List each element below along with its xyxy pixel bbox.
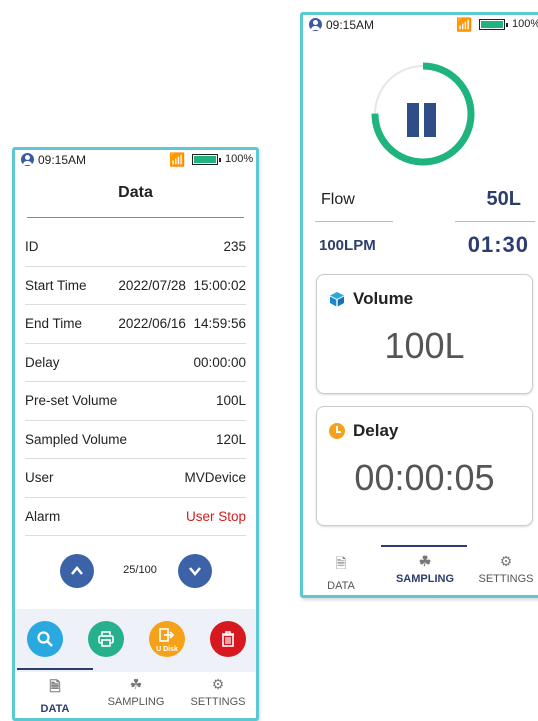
row-value: 100L	[215, 393, 246, 409]
tab-bar: 🗎 DATA ☘ SAMPLING ⚙ SETTINGS	[15, 668, 256, 718]
udisk-label: U Disk	[156, 646, 178, 653]
row-sampled-volume: Sampled Volume 120L	[25, 421, 246, 459]
printer-icon	[98, 631, 114, 647]
status-time: 09:15AM	[326, 18, 375, 32]
divider	[455, 221, 535, 222]
wifi-icon: 📶	[456, 17, 473, 32]
divider	[27, 217, 244, 218]
flow-rate: 100LPM	[319, 237, 376, 254]
page-count: 25/100	[123, 564, 157, 576]
row-label: Start Time	[25, 277, 87, 293]
row-label: Sampled Volume	[25, 431, 128, 447]
row-value: 235	[223, 239, 246, 255]
tab-label: SETTINGS	[190, 696, 246, 708]
sampling-icon: ☘	[418, 553, 432, 569]
delay-value: 00:00:05	[354, 457, 495, 498]
tab-sampling[interactable]: ☘ SAMPLING	[387, 553, 463, 585]
tab-bar: 🗎 DATA ☘ SAMPLING ⚙ SETTINGS	[303, 545, 538, 595]
tab-settings[interactable]: ⚙ SETTINGS	[183, 676, 253, 708]
tab-label: DATA	[327, 580, 355, 592]
gear-icon: ⚙	[211, 676, 225, 692]
delete-button[interactable]	[210, 621, 246, 657]
tab-label: SETTINGS	[478, 573, 534, 585]
row-value: 00:00:00	[193, 354, 246, 370]
row-label: ID	[25, 239, 39, 255]
sampling-icon: ☘	[129, 676, 143, 692]
battery-icon	[479, 19, 508, 30]
clock-icon	[329, 423, 345, 439]
battery-icon	[192, 154, 221, 165]
delay-card: Delay 00:00:05	[316, 406, 533, 526]
sampling-progress-ring	[371, 62, 475, 166]
user-icon	[309, 18, 322, 31]
user-icon	[21, 153, 34, 166]
row-value: MVDevice	[184, 470, 246, 486]
data-rows: ID 235 Start Time 2022/07/28 15:00:02 En…	[25, 228, 246, 536]
data-screen: 09:15AM 📶 100% Data ID 235 Start Time 20…	[12, 147, 259, 721]
row-label: Delay	[25, 354, 60, 370]
tab-label: SAMPLING	[107, 696, 165, 708]
page-title: Data	[118, 184, 153, 201]
tab-data[interactable]: 🗎 DATA	[25, 676, 85, 715]
tab-data[interactable]: 🗎 DATA	[311, 553, 371, 592]
row-value: 2022/06/16 14:59:56	[118, 316, 246, 332]
divider	[315, 221, 393, 222]
trash-icon	[222, 631, 234, 647]
chevron-down-icon	[189, 567, 201, 576]
print-button[interactable]	[88, 621, 124, 657]
active-tab-indicator	[381, 545, 467, 547]
pause-icon[interactable]	[407, 103, 419, 137]
delay-header: Delay	[329, 421, 398, 441]
flow-label: Flow	[321, 191, 355, 208]
tab-label: DATA	[40, 703, 70, 715]
battery-percent: 100%	[512, 18, 538, 30]
volume-value: 100L	[384, 325, 465, 366]
delay-title: Delay	[353, 421, 399, 440]
cube-icon	[330, 292, 344, 307]
gear-icon: ⚙	[499, 553, 513, 569]
status-bar: 09:15AM 📶 100%	[303, 15, 538, 37]
active-tab-indicator	[17, 668, 93, 670]
row-delay: Delay 00:00:00	[25, 344, 246, 382]
export-icon	[159, 628, 175, 642]
status-time: 09:15AM	[38, 153, 87, 167]
volume-title: Volume	[353, 289, 414, 308]
row-label: Alarm	[25, 508, 61, 524]
tab-label: SAMPLING	[395, 573, 455, 585]
row-end-time: End Time 2022/06/16 14:59:56	[25, 305, 246, 344]
wifi-icon: 📶	[169, 152, 186, 167]
next-record-button[interactable]	[178, 554, 212, 588]
previous-record-button[interactable]	[60, 554, 94, 588]
volume-card: Volume 100L	[316, 274, 533, 394]
row-preset-volume: Pre-set Volume 100L	[25, 382, 246, 421]
chevron-up-icon	[71, 566, 83, 575]
action-bar: U Disk	[15, 609, 256, 672]
row-value: 120L	[215, 431, 246, 447]
row-value: 2022/07/28 15:00:02	[118, 277, 246, 293]
search-icon	[37, 631, 53, 647]
tab-sampling[interactable]: ☘ SAMPLING	[101, 676, 171, 708]
volume-header: Volume	[329, 289, 413, 309]
row-label: Pre-set Volume	[25, 393, 118, 409]
row-start-time: Start Time 2022/07/28 15:00:02	[25, 267, 246, 305]
data-icon: 🗎	[49, 678, 61, 694]
row-label: End Time	[25, 316, 83, 332]
alarm-value: User Stop	[185, 508, 246, 524]
data-icon: 🗎	[335, 555, 347, 571]
elapsed-timer: 01:30	[467, 232, 529, 257]
search-button[interactable]	[27, 621, 63, 657]
battery-percent: 100%	[225, 153, 254, 165]
pager: 25/100	[15, 550, 256, 590]
row-user: User MVDevice	[25, 459, 246, 498]
tab-settings[interactable]: ⚙ SETTINGS	[471, 553, 538, 585]
row-label: User	[25, 470, 54, 486]
status-bar: 09:15AM 📶 100%	[15, 150, 256, 172]
row-alarm: Alarm User Stop	[25, 498, 246, 536]
udisk-export-button[interactable]: U Disk	[149, 621, 185, 657]
pause-icon[interactable]	[424, 103, 436, 137]
row-id: ID 235	[25, 228, 246, 267]
flow-value: 50L	[486, 188, 521, 210]
sampling-screen: 09:15AM 📶 100% Flow 50L 100LPM 01:30 Vol…	[300, 12, 538, 598]
